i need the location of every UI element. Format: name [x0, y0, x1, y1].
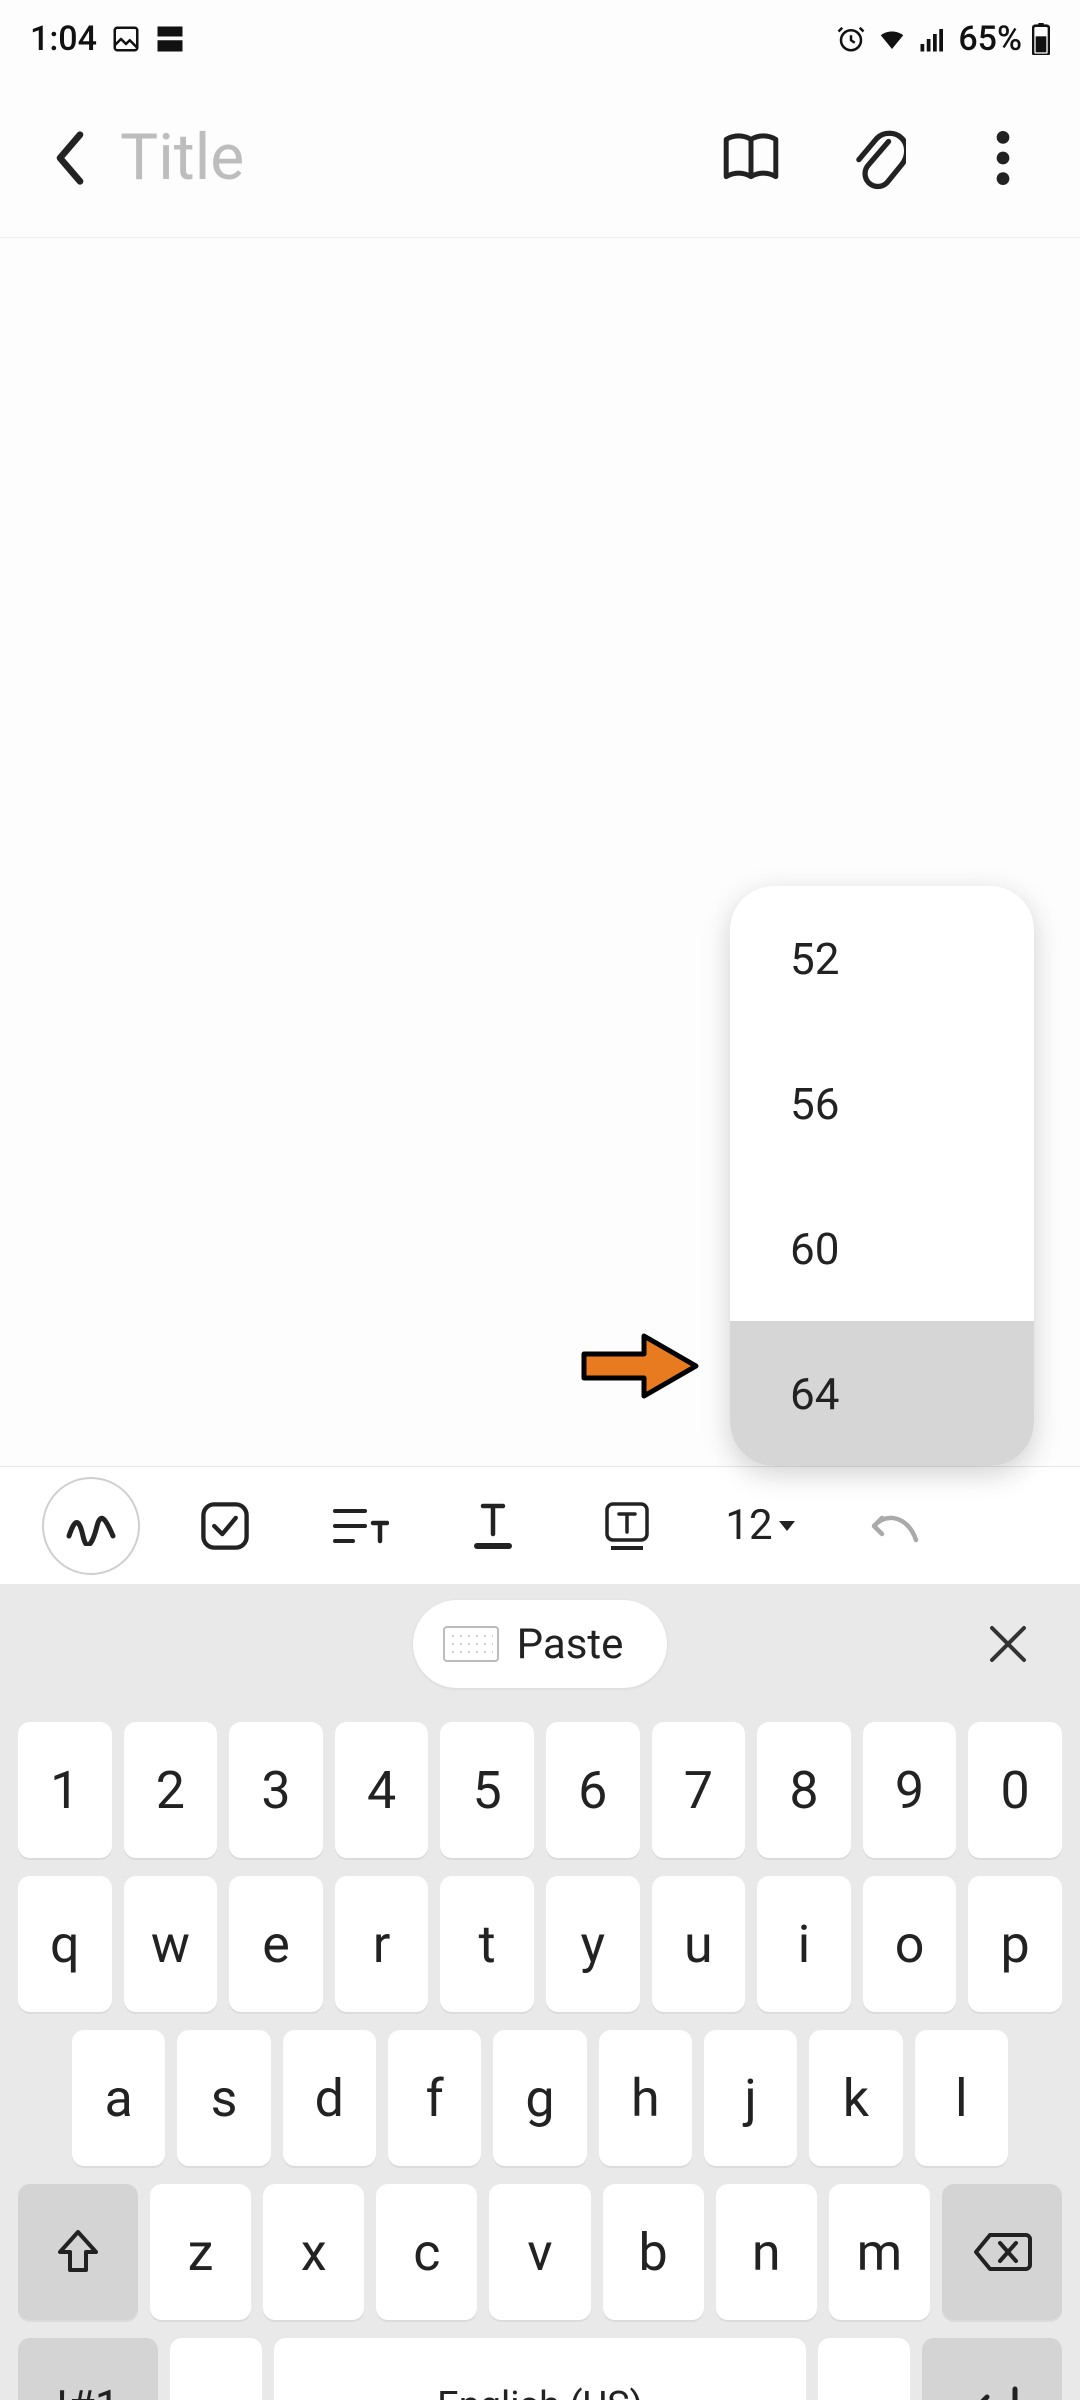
key-j[interactable]: j	[704, 2030, 797, 2166]
close-icon[interactable]	[978, 1614, 1038, 1674]
key-u[interactable]: u	[652, 1876, 746, 2012]
title-input[interactable]: Title	[120, 120, 718, 195]
key-backspace[interactable]	[942, 2184, 1062, 2320]
suggestion-strip: Paste	[0, 1584, 1080, 1704]
key-e[interactable]: e	[229, 1876, 323, 2012]
key-o[interactable]: o	[863, 1876, 957, 2012]
key-2[interactable]: 2	[124, 1722, 218, 1858]
key-s[interactable]: s	[177, 2030, 270, 2166]
keyboard: 1 2 3 4 5 6 7 8 9 0 q w e r t y u i o p …	[0, 1704, 1080, 2390]
signal-icon	[918, 24, 948, 54]
key-k[interactable]: k	[809, 2030, 902, 2166]
editor-area[interactable]: 52 56 60 64	[0, 238, 1080, 1466]
key-0[interactable]: 0	[968, 1722, 1062, 1858]
editor-toolbar: 12	[0, 1466, 1080, 1584]
key-shift[interactable]	[18, 2184, 138, 2320]
key-row: a s d f g h j k l	[18, 2030, 1062, 2166]
font-size-option[interactable]: 56	[730, 1031, 1034, 1176]
key-x[interactable]: x	[263, 2184, 364, 2320]
key-b[interactable]: b	[603, 2184, 704, 2320]
paste-label: Paste	[517, 1620, 624, 1669]
text-style-button[interactable]	[292, 1467, 426, 1584]
key-period[interactable]: .	[818, 2338, 910, 2400]
reader-mode-icon[interactable]	[718, 125, 784, 191]
key-row: 1 2 3 4 5 6 7 8 9 0	[18, 1722, 1062, 1858]
key-w[interactable]: w	[124, 1876, 218, 2012]
keyboard-preview-icon	[443, 1626, 499, 1662]
battery-icon	[1032, 23, 1050, 55]
status-time: 1:04	[30, 19, 97, 59]
key-row: z x c v b n m	[18, 2184, 1062, 2320]
key-3[interactable]: 3	[229, 1722, 323, 1858]
checkbox-button[interactable]	[158, 1467, 292, 1584]
key-r[interactable]: r	[335, 1876, 429, 2012]
key-q[interactable]: q	[18, 1876, 112, 2012]
app-bar: Title	[0, 78, 1080, 238]
font-size-option-selected[interactable]: 64	[730, 1321, 1034, 1466]
app-icon	[155, 24, 185, 54]
key-enter[interactable]	[922, 2338, 1062, 2400]
key-f[interactable]: f	[388, 2030, 481, 2166]
key-v[interactable]: v	[489, 2184, 590, 2320]
font-size-selector[interactable]: 12	[694, 1501, 828, 1550]
key-t[interactable]: t	[440, 1876, 534, 2012]
key-d[interactable]: d	[283, 2030, 376, 2166]
key-y[interactable]: y	[546, 1876, 640, 2012]
key-5[interactable]: 5	[440, 1722, 534, 1858]
font-size-value: 12	[725, 1501, 772, 1550]
key-space[interactable]: English (US)	[274, 2338, 806, 2400]
underline-button[interactable]	[426, 1467, 560, 1584]
status-left: 1:04	[30, 19, 185, 59]
font-size-popup: 52 56 60 64	[730, 886, 1034, 1466]
image-icon	[111, 24, 141, 54]
battery-pct: 65%	[958, 19, 1022, 59]
undo-button[interactable]	[828, 1467, 962, 1584]
app-bar-actions	[718, 125, 1036, 191]
key-4[interactable]: 4	[335, 1722, 429, 1858]
key-g[interactable]: g	[493, 2030, 586, 2166]
font-size-option[interactable]: 60	[730, 1176, 1034, 1321]
key-symbols[interactable]: !#1	[18, 2338, 158, 2400]
attach-icon[interactable]	[844, 125, 910, 191]
key-p[interactable]: p	[968, 1876, 1062, 2012]
key-7[interactable]: 7	[652, 1722, 746, 1858]
key-8[interactable]: 8	[757, 1722, 851, 1858]
font-size-option[interactable]: 52	[730, 886, 1034, 1031]
wifi-icon	[876, 24, 908, 54]
more-icon[interactable]	[970, 125, 1036, 191]
pointer-arrow-icon	[580, 1326, 702, 1406]
key-m[interactable]: m	[829, 2184, 930, 2320]
key-l[interactable]: l	[915, 2030, 1008, 2166]
key-n[interactable]: n	[716, 2184, 817, 2320]
text-box-button[interactable]	[560, 1467, 694, 1584]
key-c[interactable]: c	[376, 2184, 477, 2320]
status-bar: 1:04 65%	[0, 0, 1080, 78]
key-h[interactable]: h	[599, 2030, 692, 2166]
handwriting-button[interactable]	[24, 1467, 158, 1584]
alarm-icon	[836, 24, 866, 54]
paste-chip[interactable]: Paste	[413, 1600, 668, 1688]
key-1[interactable]: 1	[18, 1722, 112, 1858]
key-row: !#1 , English (US) .	[18, 2338, 1062, 2400]
status-right: 65%	[836, 19, 1050, 59]
key-i[interactable]: i	[757, 1876, 851, 2012]
key-6[interactable]: 6	[546, 1722, 640, 1858]
back-button[interactable]	[30, 118, 110, 198]
key-comma[interactable]: ,	[170, 2338, 262, 2400]
key-a[interactable]: a	[72, 2030, 165, 2166]
key-9[interactable]: 9	[863, 1722, 957, 1858]
key-z[interactable]: z	[150, 2184, 251, 2320]
key-row: q w e r t y u i o p	[18, 1876, 1062, 2012]
